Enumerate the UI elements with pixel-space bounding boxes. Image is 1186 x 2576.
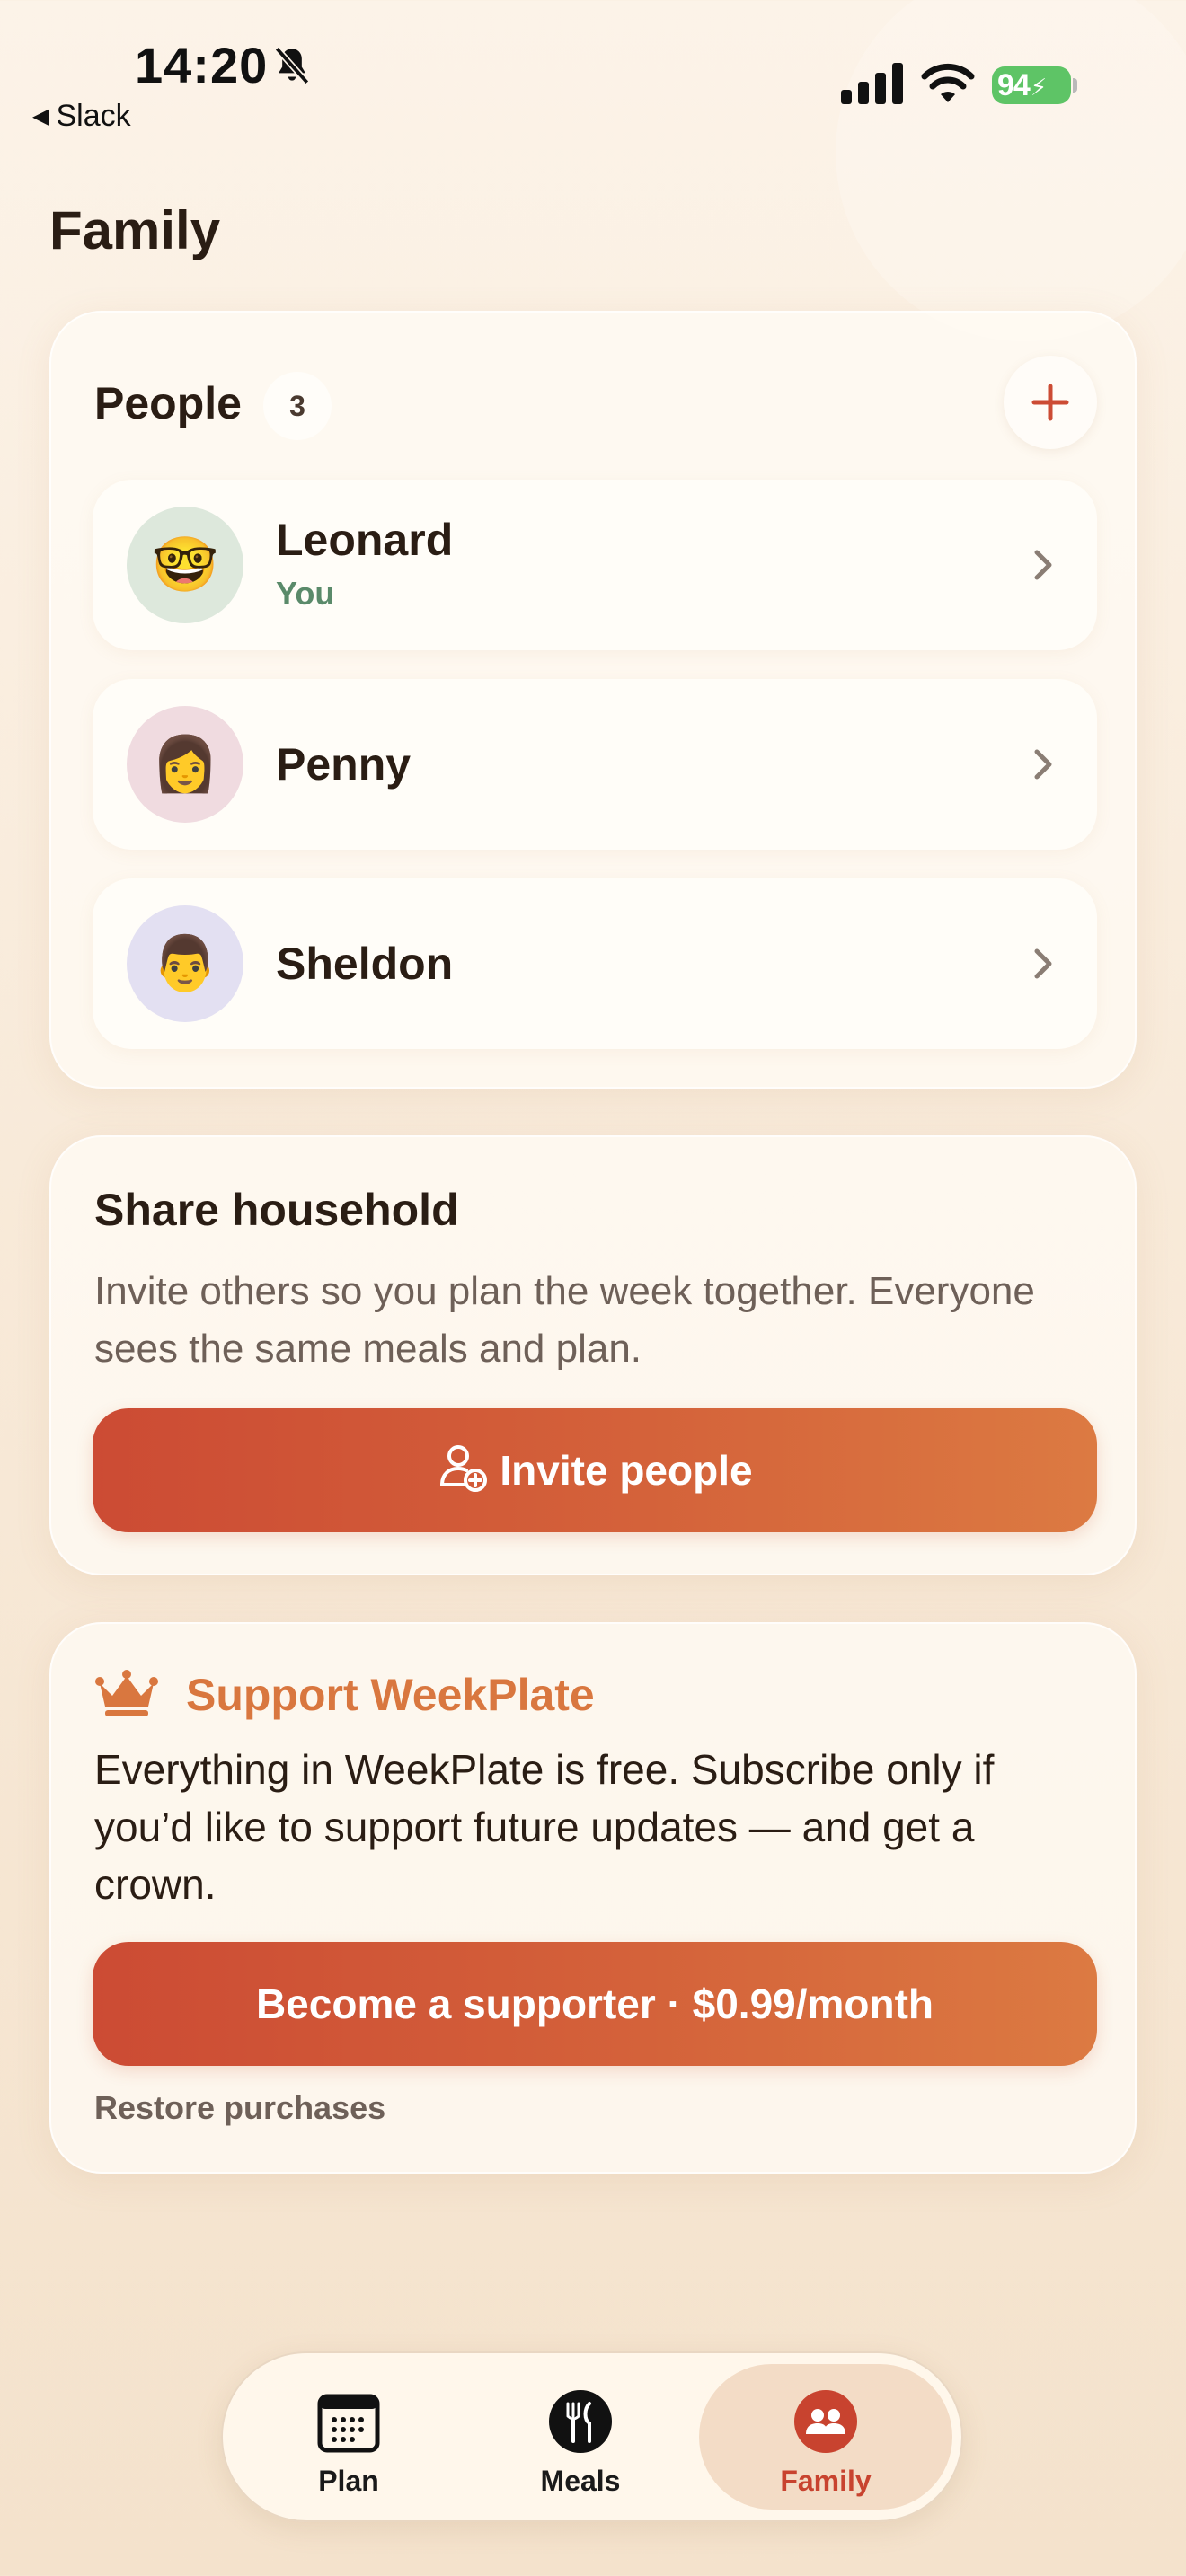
share-description: Invite others so you plan the week toget… bbox=[94, 1269, 1035, 1371]
fork-knife-icon bbox=[549, 2390, 612, 2453]
status-time: 14:20 bbox=[135, 37, 269, 93]
people-card: People 3 🤓 Leonard You 👩 Penny 👨 Sheldon bbox=[49, 311, 1137, 1089]
person-name: Penny bbox=[276, 739, 412, 790]
share-section-title: Share household bbox=[94, 1185, 459, 1235]
battery-cap bbox=[1073, 78, 1077, 93]
add-person-button[interactable] bbox=[1004, 356, 1097, 449]
tab-family[interactable]: Family bbox=[699, 2364, 952, 2510]
restore-purchases-link[interactable]: Restore purchases bbox=[94, 2089, 385, 2127]
support-title: Support WeekPlate bbox=[186, 1670, 595, 1720]
people-icon bbox=[794, 2390, 857, 2453]
back-triangle-icon: ◀ bbox=[32, 104, 49, 128]
calendar-icon bbox=[317, 2394, 380, 2453]
person-row-penny[interactable]: 👩 Penny bbox=[93, 679, 1097, 850]
share-household-card: Share household Invite others so you pla… bbox=[49, 1135, 1137, 1575]
back-app-label: Slack bbox=[56, 99, 131, 133]
tab-label: Family bbox=[780, 2465, 872, 2497]
back-to-app-link[interactable]: ◀ Slack bbox=[32, 99, 131, 134]
wifi-icon bbox=[921, 63, 975, 102]
battery-indicator: 94⚡ bbox=[992, 66, 1071, 104]
tab-label: Plan bbox=[318, 2465, 379, 2497]
chevron-right-icon bbox=[1034, 948, 1052, 979]
tab-plan[interactable]: Plan bbox=[223, 2364, 474, 2510]
bell-slash-icon bbox=[274, 46, 310, 85]
tab-label: Meals bbox=[540, 2465, 621, 2497]
battery-level: 94 bbox=[997, 68, 1031, 102]
tab-meals[interactable]: Meals bbox=[455, 2364, 706, 2510]
person-add-icon bbox=[440, 1445, 488, 1492]
tab-bar: Plan Meals Family bbox=[221, 2351, 963, 2522]
avatar: 🤓 bbox=[127, 507, 243, 623]
invite-people-button[interactable]: Invite people bbox=[93, 1408, 1097, 1532]
support-description: Everything in WeekPlate is free. Subscri… bbox=[94, 1746, 995, 1908]
avatar: 👩 bbox=[127, 706, 243, 823]
background-decoration bbox=[836, 0, 1186, 341]
crown-icon bbox=[95, 1670, 158, 1716]
charging-bolt-icon: ⚡ bbox=[1030, 74, 1047, 101]
person-row-leonard[interactable]: 🤓 Leonard You bbox=[93, 480, 1097, 650]
people-count-badge: 3 bbox=[263, 372, 332, 440]
people-section-title: People bbox=[94, 378, 242, 428]
page-title: Family bbox=[49, 200, 221, 260]
cellular-signal-icon bbox=[841, 63, 903, 104]
support-card: Support WeekPlate Everything in WeekPlat… bbox=[49, 1622, 1137, 2174]
plus-icon bbox=[1031, 384, 1069, 421]
person-name: Leonard bbox=[276, 515, 454, 565]
current-user-label: You bbox=[276, 575, 335, 612]
person-name: Sheldon bbox=[276, 939, 454, 989]
become-supporter-button[interactable]: Become a supporter · $0.99/month bbox=[93, 1942, 1097, 2066]
chevron-right-icon bbox=[1034, 749, 1052, 780]
invite-button-label: Invite people bbox=[500, 1447, 753, 1494]
avatar: 👨 bbox=[127, 905, 243, 1022]
chevron-right-icon bbox=[1034, 550, 1052, 580]
person-row-sheldon[interactable]: 👨 Sheldon bbox=[93, 878, 1097, 1049]
